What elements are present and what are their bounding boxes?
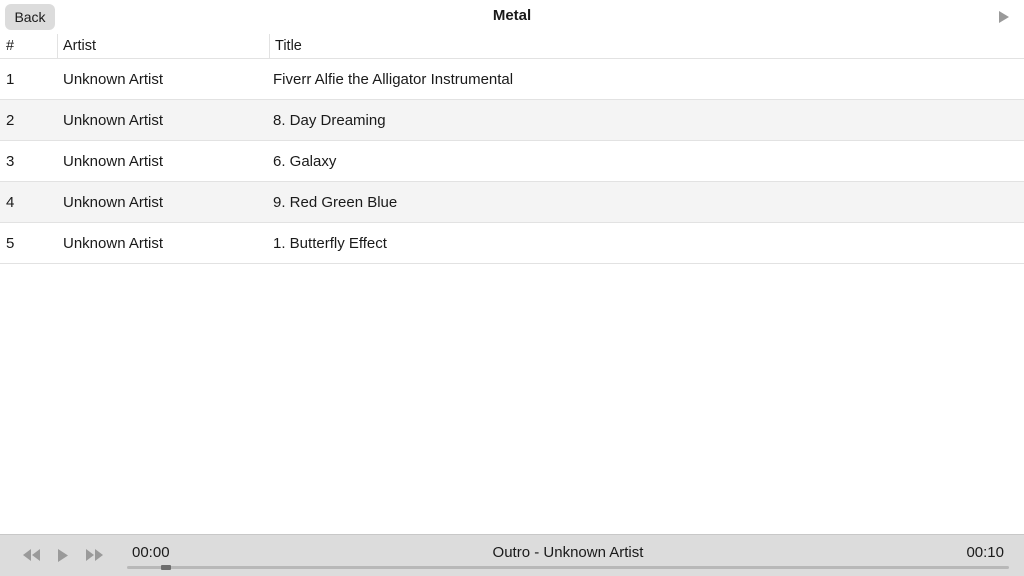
player-bar: 00:00 Outro - Unknown Artist 00:10 <box>0 534 1024 576</box>
table-row[interactable]: 5 Unknown Artist 1. Butterfly Effect <box>0 223 1024 264</box>
track-title: 1. Butterfly Effect <box>273 235 387 252</box>
track-artist: Unknown Artist <box>63 71 164 88</box>
progress-thumb[interactable] <box>161 565 171 570</box>
play-icon <box>999 11 1009 23</box>
table-row[interactable]: 2 Unknown Artist 8. Day Dreaming <box>0 100 1024 141</box>
track-title: Fiverr Alfie the Alligator Instrumental <box>273 71 514 88</box>
current-time: 00:00 <box>132 544 170 561</box>
track-duration: 00:10 <box>966 544 1004 561</box>
track-number: 4 <box>6 194 15 211</box>
track-artist: Unknown Artist <box>63 194 164 211</box>
column-divider[interactable] <box>57 34 58 58</box>
music-app: Back Metal # Artist Title 1 Unknown Arti… <box>0 0 1024 576</box>
play-icon <box>58 549 68 562</box>
track-title: 9. Red Green Blue <box>273 194 398 211</box>
track-number: 2 <box>6 112 15 129</box>
table-row[interactable]: 4 Unknown Artist 9. Red Green Blue <box>0 182 1024 223</box>
table-header: # Artist Title <box>0 34 1024 59</box>
fast-forward-button[interactable] <box>86 549 104 561</box>
progress-bar[interactable] <box>127 565 1009 570</box>
track-artist: Unknown Artist <box>63 235 164 252</box>
rewind-icon <box>23 549 40 561</box>
track-title: 6. Galaxy <box>273 153 337 170</box>
track-artist: Unknown Artist <box>63 112 164 129</box>
rewind-button[interactable] <box>23 549 41 561</box>
track-artist: Unknown Artist <box>63 153 164 170</box>
header: Back Metal <box>0 0 1024 34</box>
play-all-button[interactable] <box>998 10 1010 24</box>
play-button[interactable] <box>57 549 69 562</box>
table-row[interactable]: 3 Unknown Artist 6. Galaxy <box>0 141 1024 182</box>
column-header-title[interactable]: Title <box>275 38 302 54</box>
now-playing-label: Outro - Unknown Artist <box>492 544 644 561</box>
track-number: 3 <box>6 153 15 170</box>
track-number: 1 <box>6 71 15 88</box>
column-divider[interactable] <box>269 34 270 58</box>
table-row[interactable]: 1 Unknown Artist Fiverr Alfie the Alliga… <box>0 59 1024 100</box>
track-number: 5 <box>6 235 15 252</box>
column-header-number[interactable]: # <box>6 38 14 54</box>
column-header-artist[interactable]: Artist <box>63 38 96 54</box>
track-table: # Artist Title 1 Unknown Artist Fiverr A… <box>0 34 1024 264</box>
page-title: Metal <box>492 7 532 24</box>
fast-forward-icon <box>86 549 103 561</box>
track-title: 8. Day Dreaming <box>273 112 386 129</box>
